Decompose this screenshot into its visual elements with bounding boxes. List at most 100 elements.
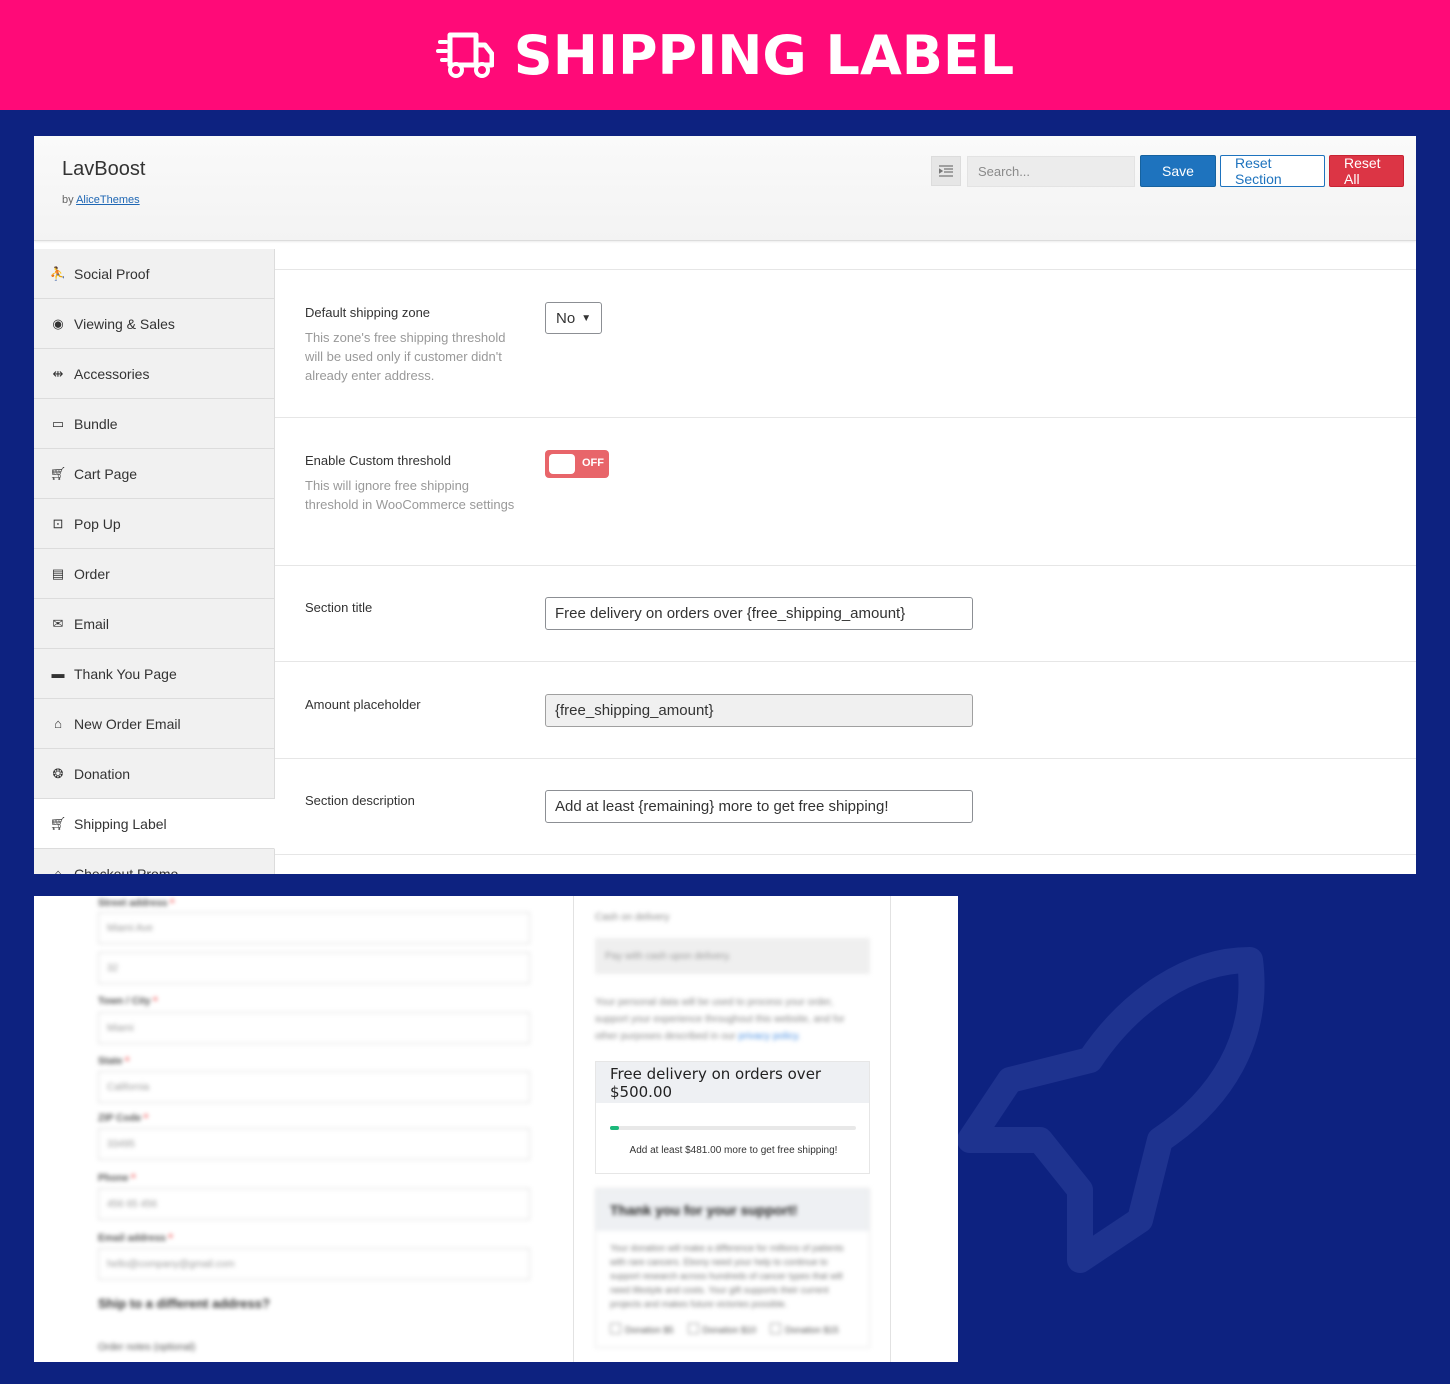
author-link[interactable]: AliceThemes bbox=[76, 194, 140, 206]
free-shipping-box: Free delivery on orders over $500.00 Add… bbox=[595, 1061, 870, 1174]
sidebar-item-shipping-label[interactable]: 🛒︎ Shipping Label bbox=[34, 799, 275, 849]
sidebar-item-pop-up[interactable]: ⊡ Pop Up bbox=[34, 499, 274, 549]
field-label-text: Phone bbox=[98, 1173, 129, 1184]
section-title-input[interactable]: Free delivery on orders over {free_shipp… bbox=[545, 597, 973, 630]
city-input[interactable]: Miami bbox=[98, 1012, 530, 1044]
setting-section-description: Section description Add at least {remain… bbox=[275, 758, 1416, 854]
sidebar-item-label: Order bbox=[74, 565, 110, 582]
laptop-icon: ▭ bbox=[51, 415, 65, 431]
ship-different-address[interactable]: Ship to a different address? bbox=[98, 1296, 270, 1311]
sidebar-item-viewing-sales[interactable]: ◉ Viewing & Sales bbox=[34, 299, 274, 349]
sidebar-item-thank-you-page[interactable]: ▬ Thank You Page bbox=[34, 649, 274, 699]
banner-title: SHIPPING LABEL bbox=[513, 23, 1015, 87]
popup-icon: ⊡ bbox=[52, 515, 64, 531]
sidebar-item-donation[interactable]: ❂ Donation bbox=[34, 749, 274, 799]
zip-input[interactable]: 33495 bbox=[98, 1128, 530, 1160]
rocket-icon bbox=[957, 947, 1265, 1273]
sidebar-item-label: Pop Up bbox=[74, 515, 121, 532]
field-label: Town / City * bbox=[98, 996, 158, 1007]
sidebar-item-email[interactable]: ✉ Email bbox=[34, 599, 274, 649]
save-button[interactable]: Save bbox=[1140, 155, 1216, 187]
street-input[interactable]: Miami Ave bbox=[98, 912, 530, 944]
sidebar-item-label: Accessories bbox=[74, 365, 150, 382]
toolbar: Save Reset Section Reset All bbox=[931, 155, 1404, 187]
street-input-2[interactable]: 32 bbox=[98, 952, 530, 984]
donation-icon: ❂ bbox=[52, 765, 64, 781]
sidebar-item-label: Thank You Page bbox=[74, 665, 177, 682]
field-label-text: Email address bbox=[98, 1233, 166, 1244]
privacy-body: Your personal data will be used to proce… bbox=[595, 997, 845, 1042]
field-label: Street address * bbox=[98, 898, 175, 909]
section-description-input[interactable]: Add at least {remaining} more to get fre… bbox=[545, 790, 973, 823]
state-select[interactable]: California bbox=[98, 1071, 530, 1103]
list-indent-icon bbox=[939, 165, 953, 177]
free-shipping-title: Free delivery on orders over $500.00 bbox=[596, 1062, 869, 1103]
field-label-text: ZIP Code bbox=[98, 1113, 142, 1124]
sidebar-item-checkout-promo[interactable]: ⌂ Checkout Promo bbox=[34, 849, 274, 875]
amount-placeholder-input[interactable]: {free_shipping_amount} bbox=[545, 694, 973, 727]
expand-options-button[interactable] bbox=[931, 156, 961, 186]
setting-custom-threshold: Enable Custom threshold This will ignore… bbox=[275, 417, 1416, 565]
search-input[interactable] bbox=[967, 155, 1135, 187]
setting-amount-placeholder: Amount placeholder {free_shipping_amount… bbox=[275, 661, 1416, 758]
donation-options: Donation $5 Donation $10 Donation $15 bbox=[610, 1323, 839, 1335]
sidebar-item-bundle[interactable]: ▭ Bundle bbox=[34, 399, 274, 449]
toggle-knob bbox=[549, 454, 575, 474]
store-icon: ⌂ bbox=[54, 866, 62, 874]
default-zone-select[interactable]: No ▼ bbox=[545, 302, 602, 334]
email-input[interactable]: hello@company@gmail.com bbox=[98, 1248, 530, 1280]
chevron-down-icon: ▼ bbox=[581, 312, 592, 324]
sidebar-item-label: Checkout Promo bbox=[74, 865, 179, 875]
sidebar-item-new-order-email[interactable]: ⌂ New Order Email bbox=[34, 699, 274, 749]
sidebar-item-label: New Order Email bbox=[74, 715, 181, 732]
setting-description: This zone's free shipping threshold will… bbox=[305, 330, 506, 383]
setting-label: Section description bbox=[305, 793, 415, 808]
sidebar-item-label: Email bbox=[74, 615, 110, 632]
setting-default-shipping-zone: Default shipping zone This zone's free s… bbox=[275, 269, 1416, 417]
privacy-link[interactable]: privacy policy. bbox=[738, 1031, 800, 1042]
cod-description: Pay with cash upon delivery. bbox=[595, 938, 870, 974]
donation-text: Your donation will make a difference for… bbox=[610, 1243, 844, 1309]
donation-option[interactable]: Donation $5 bbox=[610, 1323, 674, 1335]
toggle-state: OFF bbox=[582, 457, 604, 469]
document-icon: ▤ bbox=[51, 565, 65, 581]
setting-label: Section title bbox=[305, 600, 373, 615]
sidebar-item-label: Donation bbox=[74, 765, 131, 782]
field-label-text: State bbox=[98, 1056, 123, 1067]
sidebar-item-label: Social Proof bbox=[74, 265, 150, 282]
sidebar-item-order[interactable]: ▤ Order bbox=[34, 549, 274, 599]
order-notes-label: Order notes (optional) bbox=[98, 1342, 196, 1353]
setting-section-title: Section title Free delivery on orders ov… bbox=[275, 565, 1416, 661]
field-label: Phone * bbox=[98, 1173, 136, 1184]
sidebar-item-label: Bundle bbox=[74, 415, 118, 432]
sidebar-item-cart-page[interactable]: 🛒︎ Cart Page bbox=[34, 449, 274, 499]
app-title: LavBoost bbox=[62, 158, 146, 180]
donation-option[interactable]: Donation $10 bbox=[688, 1323, 757, 1335]
sidebar-item-social-proof[interactable]: ⛹ Social Proof bbox=[34, 249, 274, 299]
panel-header: LavBoost by AliceThemes Save Reset Secti… bbox=[34, 136, 1416, 241]
select-value: No bbox=[556, 309, 576, 327]
sidebar-nav: ⛹ Social Proof ◉ Viewing & Sales ⇹ Accessor… bbox=[34, 249, 275, 874]
sidebar-item-accessories[interactable]: ⇹ Accessories bbox=[34, 349, 274, 399]
reset-all-button[interactable]: Reset All bbox=[1329, 155, 1404, 187]
field-label: Email address * bbox=[98, 1233, 173, 1244]
page-banner: SHIPPING LABEL bbox=[0, 0, 1450, 110]
phone-input[interactable]: 456 65 456 bbox=[98, 1188, 530, 1220]
cod-label[interactable]: Cash on delivery bbox=[595, 912, 669, 923]
donation-title: Thank you for your support! bbox=[596, 1189, 869, 1231]
sidebar-item-label: Shipping Label bbox=[74, 815, 167, 832]
usb-icon: ⇹ bbox=[52, 365, 64, 381]
column-divider bbox=[890, 896, 891, 1362]
delivery-truck-icon bbox=[435, 32, 494, 78]
reset-section-button[interactable]: Reset Section bbox=[1220, 155, 1325, 187]
field-label-text: Street address bbox=[98, 898, 168, 909]
custom-threshold-toggle[interactable]: OFF bbox=[545, 450, 609, 478]
column-divider bbox=[573, 896, 574, 1362]
donation-option[interactable]: Donation $15 bbox=[770, 1323, 839, 1335]
free-shipping-progress bbox=[610, 1126, 856, 1130]
sidebar-item-label: Viewing & Sales bbox=[74, 315, 175, 332]
setting-label: Amount placeholder bbox=[305, 697, 421, 712]
free-shipping-description: Add at least $481.00 more to get free sh… bbox=[629, 1145, 838, 1156]
field-label-text: Town / City bbox=[98, 996, 151, 1007]
eye-icon: ◉ bbox=[52, 315, 64, 331]
